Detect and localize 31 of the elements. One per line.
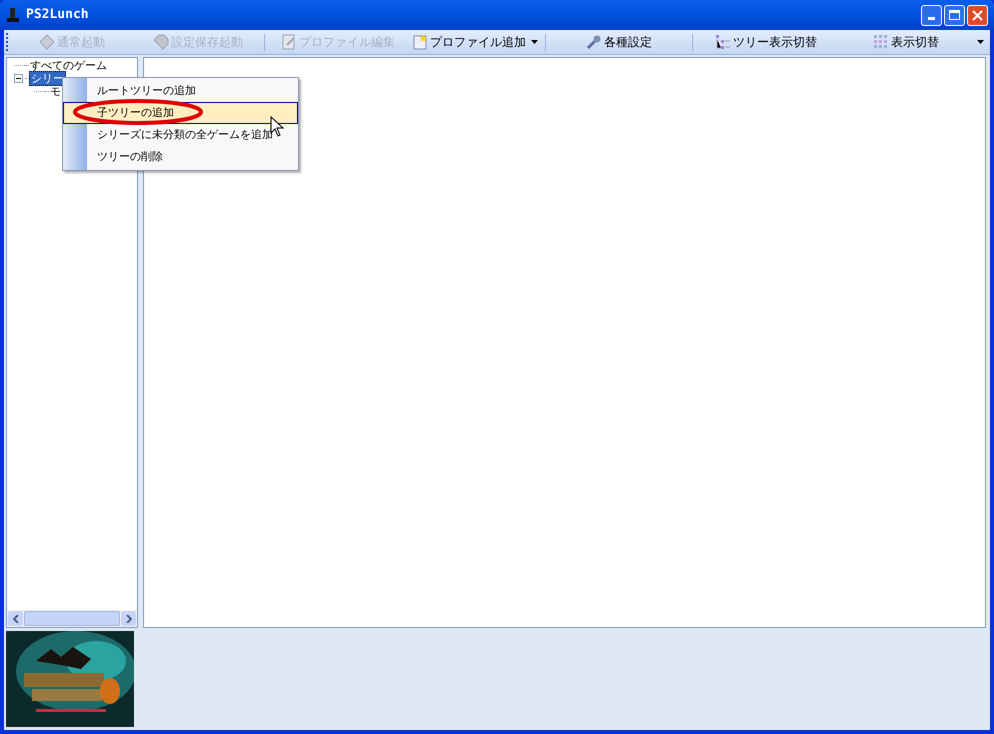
- minus-icon: [16, 76, 21, 81]
- document-icon: [281, 34, 297, 50]
- cursor-icon: [270, 116, 284, 137]
- grid-view-icon: [873, 34, 889, 50]
- caret-icon: [977, 40, 984, 44]
- toolbar-button[interactable]: 各種設定: [549, 32, 689, 52]
- minimize-button[interactable]: [921, 4, 942, 26]
- console-icon: [6, 7, 20, 23]
- maximize-button[interactable]: [944, 4, 965, 26]
- tree-view-icon: [715, 34, 731, 50]
- scroll-left-icon[interactable]: [8, 611, 23, 626]
- caret-icon: [531, 40, 538, 44]
- toolbar-button[interactable]: プロファイル追加: [408, 32, 542, 52]
- close-icon: [972, 10, 983, 20]
- new-document-icon: [412, 34, 428, 50]
- menu-item[interactable]: ツリーの削除: [63, 146, 298, 168]
- toolbar-button[interactable]: ツリー表示切替: [696, 32, 836, 52]
- scroll-thumb[interactable]: [24, 611, 120, 626]
- tree-item[interactable]: すべてのゲーム: [29, 59, 108, 72]
- diamond-icon: [39, 34, 55, 50]
- collapse-toggle[interactable]: [14, 74, 23, 83]
- wrench-icon: [586, 34, 602, 50]
- scroll-right-icon[interactable]: [121, 611, 136, 626]
- window-title: PS2Lunch: [26, 6, 89, 24]
- toolbar-button[interactable]: 表示切替: [836, 32, 976, 52]
- tag-icon: [153, 34, 169, 50]
- horizontal-scrollbar[interactable]: [7, 610, 137, 627]
- close-button[interactable]: [967, 4, 988, 26]
- grip-icon: [6, 33, 9, 51]
- tree-item[interactable]: モ: [49, 85, 62, 98]
- menu-item[interactable]: ルートツリーの追加: [63, 80, 298, 102]
